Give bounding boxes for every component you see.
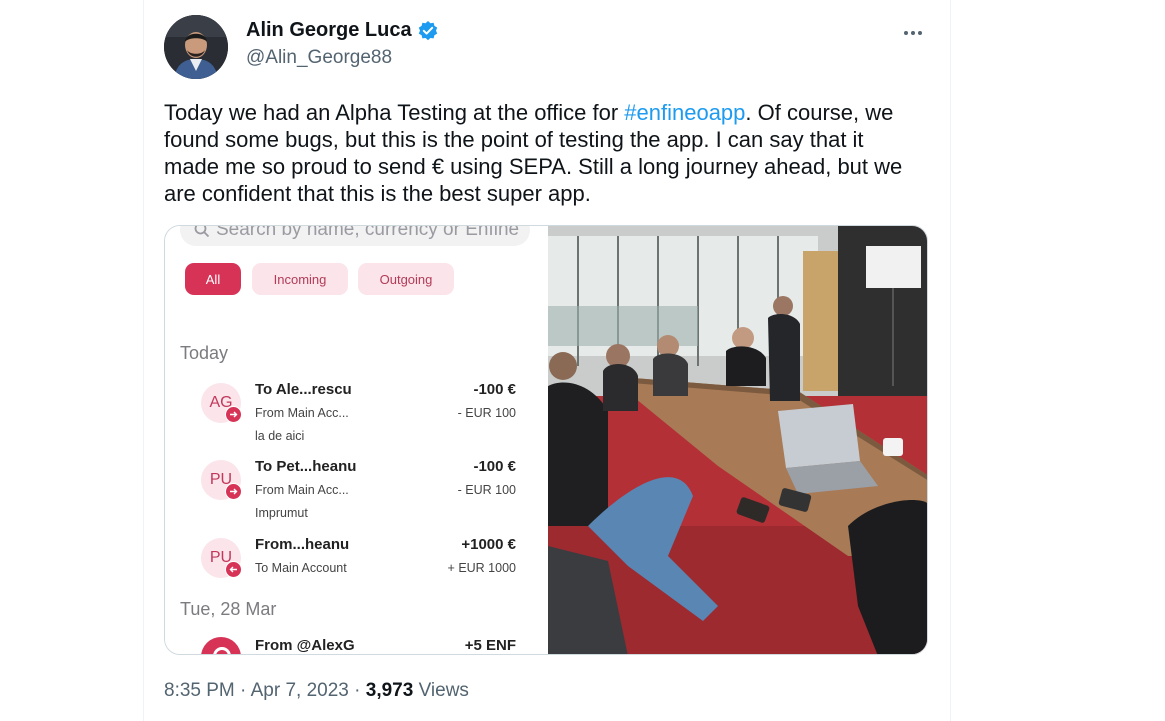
author-handle[interactable]: @Alin_George88 [246,47,392,69]
transaction-note: la de aici [255,429,305,443]
views-count[interactable]: 3,973 [366,680,414,701]
transaction-eur: + EUR 1000 [447,561,516,575]
filter-chip-outgoing: Outgoing [358,263,454,295]
hashtag-link[interactable]: #enfineoapp [624,100,745,125]
filter-chip-all: All [185,263,241,295]
transaction-title: To Pet...heanu [255,458,357,475]
incoming-arrow-icon [225,561,242,578]
transaction-title: From...heanu [255,536,350,553]
transaction-account: To Main Account [255,561,347,575]
transaction-item: PU From...heanu To Main Account +1000 € … [201,536,521,606]
author-avatar[interactable] [164,15,228,79]
app-search-bar: Search by name, currency or Enfine [180,226,530,246]
app-search-placeholder: Search by name, currency or Enfine [216,226,520,240]
author-name[interactable]: Alin George Luca [246,19,412,42]
transaction-note: Imprumut [255,506,308,520]
filter-chip-incoming: Incoming [252,263,348,295]
transaction-amount: +1000 € [461,536,516,553]
office-photo [548,226,927,654]
transaction-item: PU To Pet...heanu From Main Acc... Impru… [201,458,521,528]
timeline-border-left [143,0,144,721]
transaction-account: From Main Acc... [255,483,349,497]
tweet-text-start: Today we had an Alpha Testing at the off… [164,100,625,125]
timeline-border-right [950,0,951,721]
outgoing-arrow-icon [225,483,242,500]
tweet-text: Today we had an Alpha Testing at the off… [164,99,924,207]
search-icon [194,226,210,238]
author-name-row[interactable]: Alin George Luca [246,19,439,42]
transaction-account: From Main Acc... [255,406,349,420]
transaction-title: From @AlexG [255,637,355,654]
transaction-item: AG To Ale...rescu From Main Acc... la de… [201,381,521,451]
tweet-meta: 8:35 PM · Apr 7, 2023 · 3,973 Views [164,680,469,701]
views-label[interactable]: Views [419,680,469,701]
outgoing-arrow-icon [225,406,242,423]
office-photo-image[interactable] [548,226,927,654]
transaction-amount: -100 € [473,458,516,475]
transaction-item: From @AlexG +5 ENF [201,637,521,654]
tweet-time[interactable]: 8:35 PM [164,680,235,701]
transaction-amount: -100 € [473,381,516,398]
transaction-amount: +5 ENF [464,637,516,654]
tweet-media[interactable]: Search by name, currency or Enfine All I… [164,225,928,655]
transaction-eur: - EUR 100 [457,406,516,420]
transaction-title: To Ale...rescu [255,381,352,398]
verified-badge-icon [418,20,437,40]
section-label-today: Today [180,343,229,363]
tweet-date[interactable]: Apr 7, 2023 [251,680,349,701]
more-options-icon[interactable] [904,27,928,39]
transaction-eur: - EUR 100 [457,483,516,497]
app-screenshot-image[interactable]: Search by name, currency or Enfine All I… [165,226,548,654]
section-label-date: Tue, 28 Mar [180,599,277,619]
